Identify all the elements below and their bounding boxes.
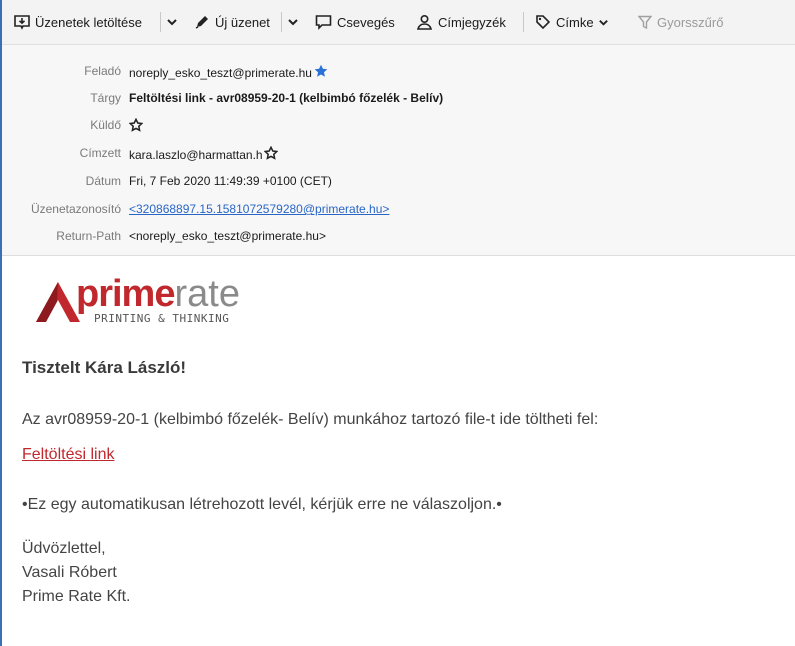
- message-id-label: Üzenetazonosító: [30, 202, 121, 216]
- from-label: Feladó: [84, 64, 121, 78]
- logo-tagline: PRINTING & THINKING: [94, 312, 230, 325]
- primerate-logo: primerate PRINTING & THINKING: [32, 273, 282, 330]
- address-book-button[interactable]: Címjegyzék: [416, 12, 506, 32]
- chevron-down-icon: [287, 16, 299, 28]
- address-book-label: Címjegyzék: [438, 14, 506, 30]
- from-address[interactable]: noreply_esko_teszt@primerate.hu: [129, 66, 312, 80]
- subject-label: Tárgy: [90, 91, 121, 105]
- new-message-button[interactable]: Új üzenet: [194, 12, 270, 32]
- tag-icon: [535, 14, 551, 30]
- star-outline-icon[interactable]: [128, 117, 144, 135]
- download-icon: [14, 14, 30, 30]
- date-label: Dátum: [85, 174, 121, 188]
- chat-button[interactable]: Csevegés: [315, 12, 395, 32]
- closing: Üdvözlettel,: [22, 540, 106, 557]
- greeting: Tisztelt Kára László!: [22, 358, 187, 377]
- quick-filter-label: Gyorsszűrő: [657, 14, 724, 30]
- upload-link[interactable]: Feltöltési link: [22, 446, 114, 464]
- quick-filter-button[interactable]: Gyorsszűrő: [638, 12, 723, 32]
- filter-icon: [638, 15, 652, 30]
- star-outline-icon[interactable]: [263, 145, 279, 163]
- to-value[interactable]: kara.laszlo@harmattan.h: [129, 145, 279, 163]
- logo-word-light: rate: [174, 273, 240, 315]
- body-line: Az avr08959-20-1 (kelbimbó főzelék- Belí…: [22, 411, 599, 428]
- return-path-label: Return-Path: [56, 229, 121, 243]
- pencil-icon: [194, 14, 210, 30]
- chat-bubble-icon: [315, 14, 332, 30]
- signature-name: Vasali Róbert: [22, 564, 117, 581]
- contacts-icon: [416, 14, 433, 30]
- get-messages-dropdown[interactable]: [166, 12, 178, 32]
- to-label: Címzett: [79, 146, 121, 160]
- chat-label: Csevegés: [337, 14, 395, 30]
- signature-company: Prime Rate Kft.: [22, 588, 131, 605]
- toolbar: Üzenetek letöltése Új üzenet Csevegés Cí…: [2, 0, 795, 45]
- to-address[interactable]: kara.laszlo@harmattan.h: [129, 148, 263, 162]
- from-value[interactable]: noreply_esko_teszt@primerate.hu: [129, 64, 328, 81]
- sender-value[interactable]: [128, 117, 144, 135]
- star-filled-icon[interactable]: [314, 64, 328, 81]
- chevron-down-icon: [166, 16, 178, 28]
- auto-notice: •Ez egy automatikusan létrehozott levél,…: [22, 496, 502, 513]
- sender-label: Küldő: [90, 118, 121, 132]
- new-message-dropdown[interactable]: [287, 12, 299, 32]
- new-message-label: Új üzenet: [215, 14, 270, 30]
- get-messages-label: Üzenetek letöltése: [35, 14, 142, 30]
- return-path-value: <noreply_esko_teszt@primerate.hu>: [129, 229, 326, 243]
- tag-label: Címke: [556, 14, 594, 30]
- tag-button[interactable]: Címke: [535, 12, 609, 32]
- message-window: Üzenetek letöltése Új üzenet Csevegés Cí…: [0, 0, 795, 646]
- chevron-down-icon: [598, 17, 609, 28]
- date-value: Fri, 7 Feb 2020 11:49:39 +0100 (CET): [129, 174, 332, 188]
- message-id-link[interactable]: <320868897.15.1581072579280@primerate.hu…: [129, 202, 389, 216]
- subject-value: Feltöltési link - avr08959-20-1 (kelbimb…: [129, 91, 444, 105]
- message-header: Feladó noreply_esko_teszt@primerate.hu T…: [2, 45, 795, 256]
- get-messages-button[interactable]: Üzenetek letöltése: [14, 12, 142, 32]
- logo-word-bold: prime: [76, 273, 175, 315]
